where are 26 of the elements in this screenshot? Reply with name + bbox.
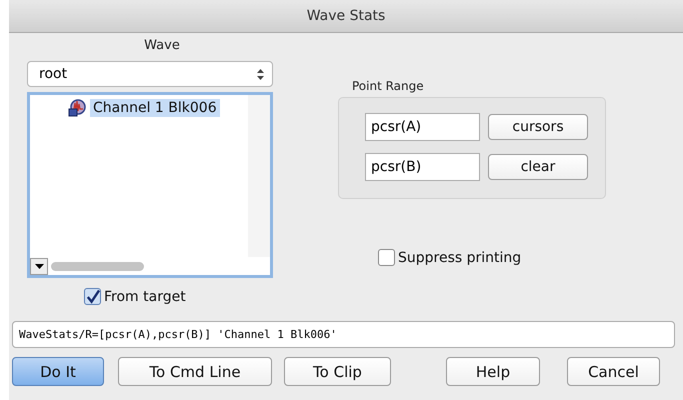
wave-list[interactable]: Channel 1 Blk006 — [27, 92, 273, 278]
horizontal-scrollbar[interactable] — [51, 262, 144, 270]
checkbox-label: From target — [104, 288, 186, 304]
dialog-button[interactable]: To Cmd Line — [118, 357, 272, 386]
clear-button[interactable]: clear — [488, 154, 588, 180]
scroll-menu-button[interactable] — [30, 258, 48, 274]
end-field[interactable]: pcsr(B) — [365, 153, 480, 181]
folder-select[interactable]: root — [27, 61, 273, 87]
command-field[interactable]: WaveStats/R=[pcsr(A),pcsr(B)] 'Channel 1 Blk006' — [12, 321, 675, 348]
checkbox[interactable] — [378, 249, 395, 266]
triangle-down-icon — [34, 264, 44, 268]
checkbox[interactable] — [84, 288, 101, 305]
window-title: Wave Stats — [306, 8, 386, 24]
dialog-button[interactable]: Help — [446, 357, 540, 386]
dialog-button[interactable]: Cancel — [567, 357, 660, 386]
wave-icon — [68, 99, 86, 117]
cursors-button[interactable]: cursors — [488, 114, 588, 140]
up-down-arrows-icon — [257, 68, 264, 80]
tree-item[interactable]: Channel 1 Blk006 — [90, 99, 220, 117]
vertical-scrollbar[interactable] — [248, 95, 270, 257]
dialog-button[interactable]: To Clip — [284, 357, 391, 386]
wave-label: Wave — [144, 38, 180, 53]
checkbox-label: Suppress printing — [398, 250, 522, 266]
group-label: Point Range — [352, 79, 425, 93]
start-field[interactable]: pcsr(A) — [365, 113, 480, 141]
dialog-button[interactable]: Do It — [12, 357, 104, 386]
